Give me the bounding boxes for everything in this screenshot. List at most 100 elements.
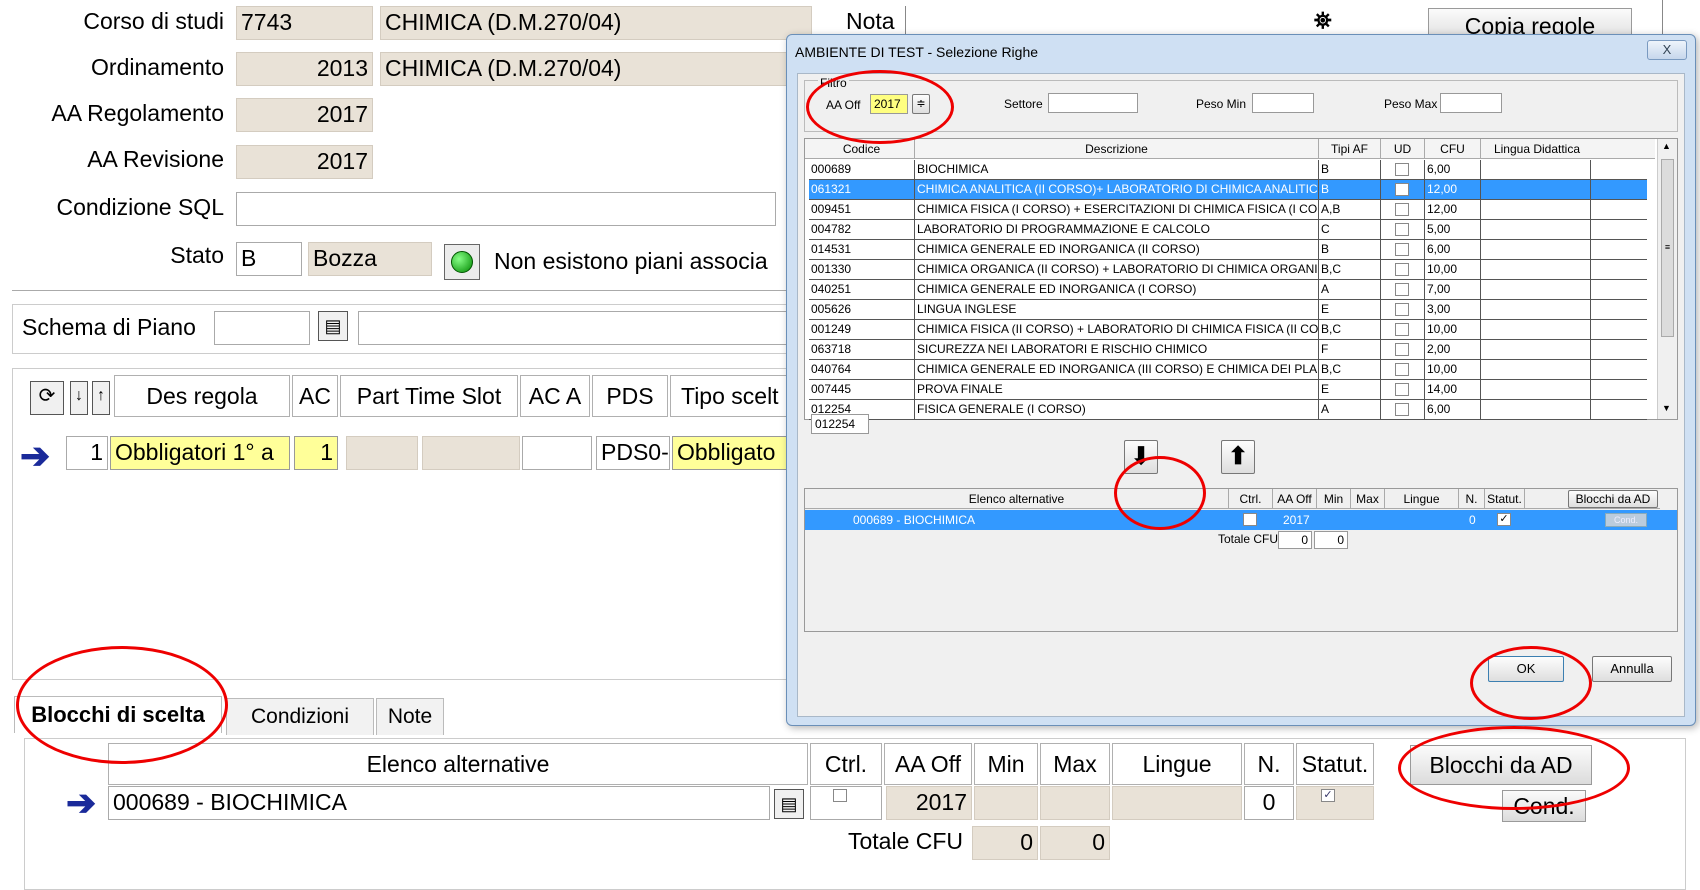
peso-max-field[interactable] [1440,93,1502,113]
row-ud-checkbox[interactable] [1395,263,1409,276]
tab-note[interactable]: Note [376,698,444,735]
schema-desc-field[interactable] [358,311,788,345]
alt-col-statut[interactable]: Statut. [1485,489,1525,509]
scroll-thumb[interactable]: ≡ [1661,159,1674,337]
corso-name-field[interactable]: CHIMICA (D.M.270/04) [380,6,812,40]
row-ud-checkbox[interactable] [1395,283,1409,296]
course-row[interactable]: 063718 SICUREZZA NEI LABORATORI E RISCHIO… [809,340,1647,360]
grid-col-cfu[interactable]: CFU [1425,139,1481,159]
totale-max-field[interactable]: 0 [1040,826,1110,860]
course-row[interactable]: 004782 LABORATORIO DI PROGRAMMAZIONE E CA… [809,220,1647,240]
alt-row-statut-checkbox[interactable]: ✓ [1497,513,1511,526]
course-row[interactable]: 007445 PROVA FINALE E 14,00 [809,380,1647,400]
grid-col-ud[interactable]: UD [1381,139,1425,159]
course-row[interactable]: 009451 CHIMICA FISICA (I CORSO) + ESERCIT… [809,200,1647,220]
course-row[interactable]: 001330 CHIMICA ORGANICA (II CORSO) + LABO… [809,260,1647,280]
block-statut-cell[interactable]: ✓ [1296,786,1374,820]
move-up-button[interactable]: ⬆ [1221,440,1255,474]
aa-revisione-field[interactable]: 2017 [236,145,373,179]
course-row[interactable]: 000689 BIOCHIMICA B 6,00 [809,160,1647,180]
schema-field[interactable] [214,311,310,345]
dlg-blocchi-da-ad-button[interactable]: Blocchi da AD [1568,490,1658,508]
blk-col-min[interactable]: Min [974,743,1038,785]
row-ud-checkbox[interactable] [1395,403,1409,416]
rule-ac-cell[interactable]: 1 [294,436,338,470]
row-ud-checkbox[interactable] [1395,383,1409,396]
scroll-down-icon[interactable]: ▼ [1662,403,1671,413]
row-ud-checkbox[interactable] [1395,323,1409,336]
row-ud-checkbox[interactable] [1395,363,1409,376]
course-row[interactable]: 005626 LINGUA INGLESE E 3,00 [809,300,1647,320]
blk-col-statut[interactable]: Statut. [1296,743,1374,785]
condizione-sql-field[interactable] [236,192,776,226]
block-elenco-cell[interactable]: 000689 - BIOCHIMICA [108,786,770,820]
alt-col-aa-off[interactable]: AA Off [1273,489,1317,509]
course-row[interactable]: 061321 CHIMICA ANALITICA (II CORSO)+ LABO… [809,180,1647,200]
rule-ac-a-cell[interactable] [522,436,592,470]
rule-part-time-cell[interactable] [346,436,418,470]
alt-col-lingue[interactable]: Lingue [1385,489,1459,509]
blk-col-aa-off[interactable]: AA Off [884,743,972,785]
row-ud-checkbox[interactable] [1395,183,1409,196]
block-min-cell[interactable] [974,786,1038,820]
course-row[interactable]: 001249 CHIMICA FISICA (II CORSO) + LABORA… [809,320,1647,340]
status-light-button[interactable] [444,244,480,280]
alt-col-max[interactable]: Max [1351,489,1385,509]
grid-col-lingua[interactable]: Lingua Didattica [1481,139,1593,159]
alt-row-cond-button[interactable]: Cond. [1605,513,1647,527]
tab-condizioni[interactable]: Condizioni [226,698,374,735]
col-des-regola[interactable]: Des regola [114,375,290,417]
alt-col-ctrl[interactable]: Ctrl. [1229,489,1273,509]
grid-col-descrizione[interactable]: Descrizione [915,139,1319,159]
block-lingue-cell[interactable] [1112,786,1242,820]
alt-col-n[interactable]: N. [1459,489,1485,509]
row-ud-checkbox[interactable] [1395,343,1409,356]
settore-field[interactable] [1048,93,1138,113]
course-row[interactable]: 014531 CHIMICA GENERALE ED INORGANICA (II… [809,240,1647,260]
rule-pds-cell[interactable]: PDS0- [596,436,670,470]
grid-col-tipi-af[interactable]: Tipi AF [1319,139,1381,159]
blk-col-max[interactable]: Max [1040,743,1110,785]
ordinamento-year-field[interactable]: 2013 [236,52,373,86]
totale-min-field[interactable]: 0 [972,826,1038,860]
alt-row-selected[interactable]: 000689 - BIOCHIMICA 2017 0 ✓ Cond. [805,510,1677,530]
corso-code-field[interactable]: 7743 [236,6,373,40]
course-row[interactable]: 040764 CHIMICA GENERALE ED INORGANICA (II… [809,360,1647,380]
peso-min-field[interactable] [1252,93,1314,113]
blk-col-elenco[interactable]: Elenco alternative [108,743,808,785]
row-ud-checkbox[interactable] [1395,203,1409,216]
schema-lookup-icon[interactable]: ▤ [318,311,348,341]
sort-up-icon[interactable]: ↑ [92,381,110,415]
rule-tipo-cell[interactable]: Obbligato [672,436,788,470]
course-row[interactable]: 040251 CHIMICA GENERALE ED INORGANICA (I … [809,280,1647,300]
ordinamento-name-field[interactable]: CHIMICA (D.M.270/04) [380,52,812,86]
aa-regolamento-field[interactable]: 2017 [236,98,373,132]
col-ac-a[interactable]: AC A [520,375,590,417]
selected-code-field[interactable]: 012254 [811,414,869,434]
col-ac[interactable]: AC [292,375,338,417]
block-ctrl-checkbox[interactable] [833,789,847,802]
block-n-cell[interactable]: 0 [1244,786,1294,820]
blk-col-lingue[interactable]: Lingue [1112,743,1242,785]
block-statut-checkbox[interactable]: ✓ [1321,789,1335,802]
row-ud-checkbox[interactable] [1395,223,1409,236]
row-ud-checkbox[interactable] [1395,163,1409,176]
dialog-close-button[interactable]: X [1647,40,1687,60]
col-pds[interactable]: PDS [592,375,668,417]
rule-slot-cell[interactable] [422,436,520,470]
col-part-time-slot[interactable]: Part Time Slot [340,375,518,417]
stato-code-field[interactable]: B [236,242,302,276]
dlg-totale-max[interactable]: 0 [1314,531,1348,549]
block-aa-off-cell[interactable]: 2017 [886,786,972,820]
rule-des-cell[interactable]: Obbligatori 1° a [110,436,290,470]
block-lookup-icon[interactable]: ▤ [774,789,804,819]
blk-col-n[interactable]: N. [1244,743,1294,785]
row-ud-checkbox[interactable] [1395,303,1409,316]
rule-num-cell[interactable]: 1 [66,436,108,470]
alt-col-min[interactable]: Min [1317,489,1351,509]
filter-icon[interactable]: ⛯ [1314,8,1332,34]
sort-down-icon[interactable]: ↓ [70,381,88,415]
block-ctrl-cell[interactable] [810,786,882,820]
col-tipo-scelta[interactable]: Tipo scelt [670,375,788,417]
stato-desc-field[interactable]: Bozza [308,242,432,276]
